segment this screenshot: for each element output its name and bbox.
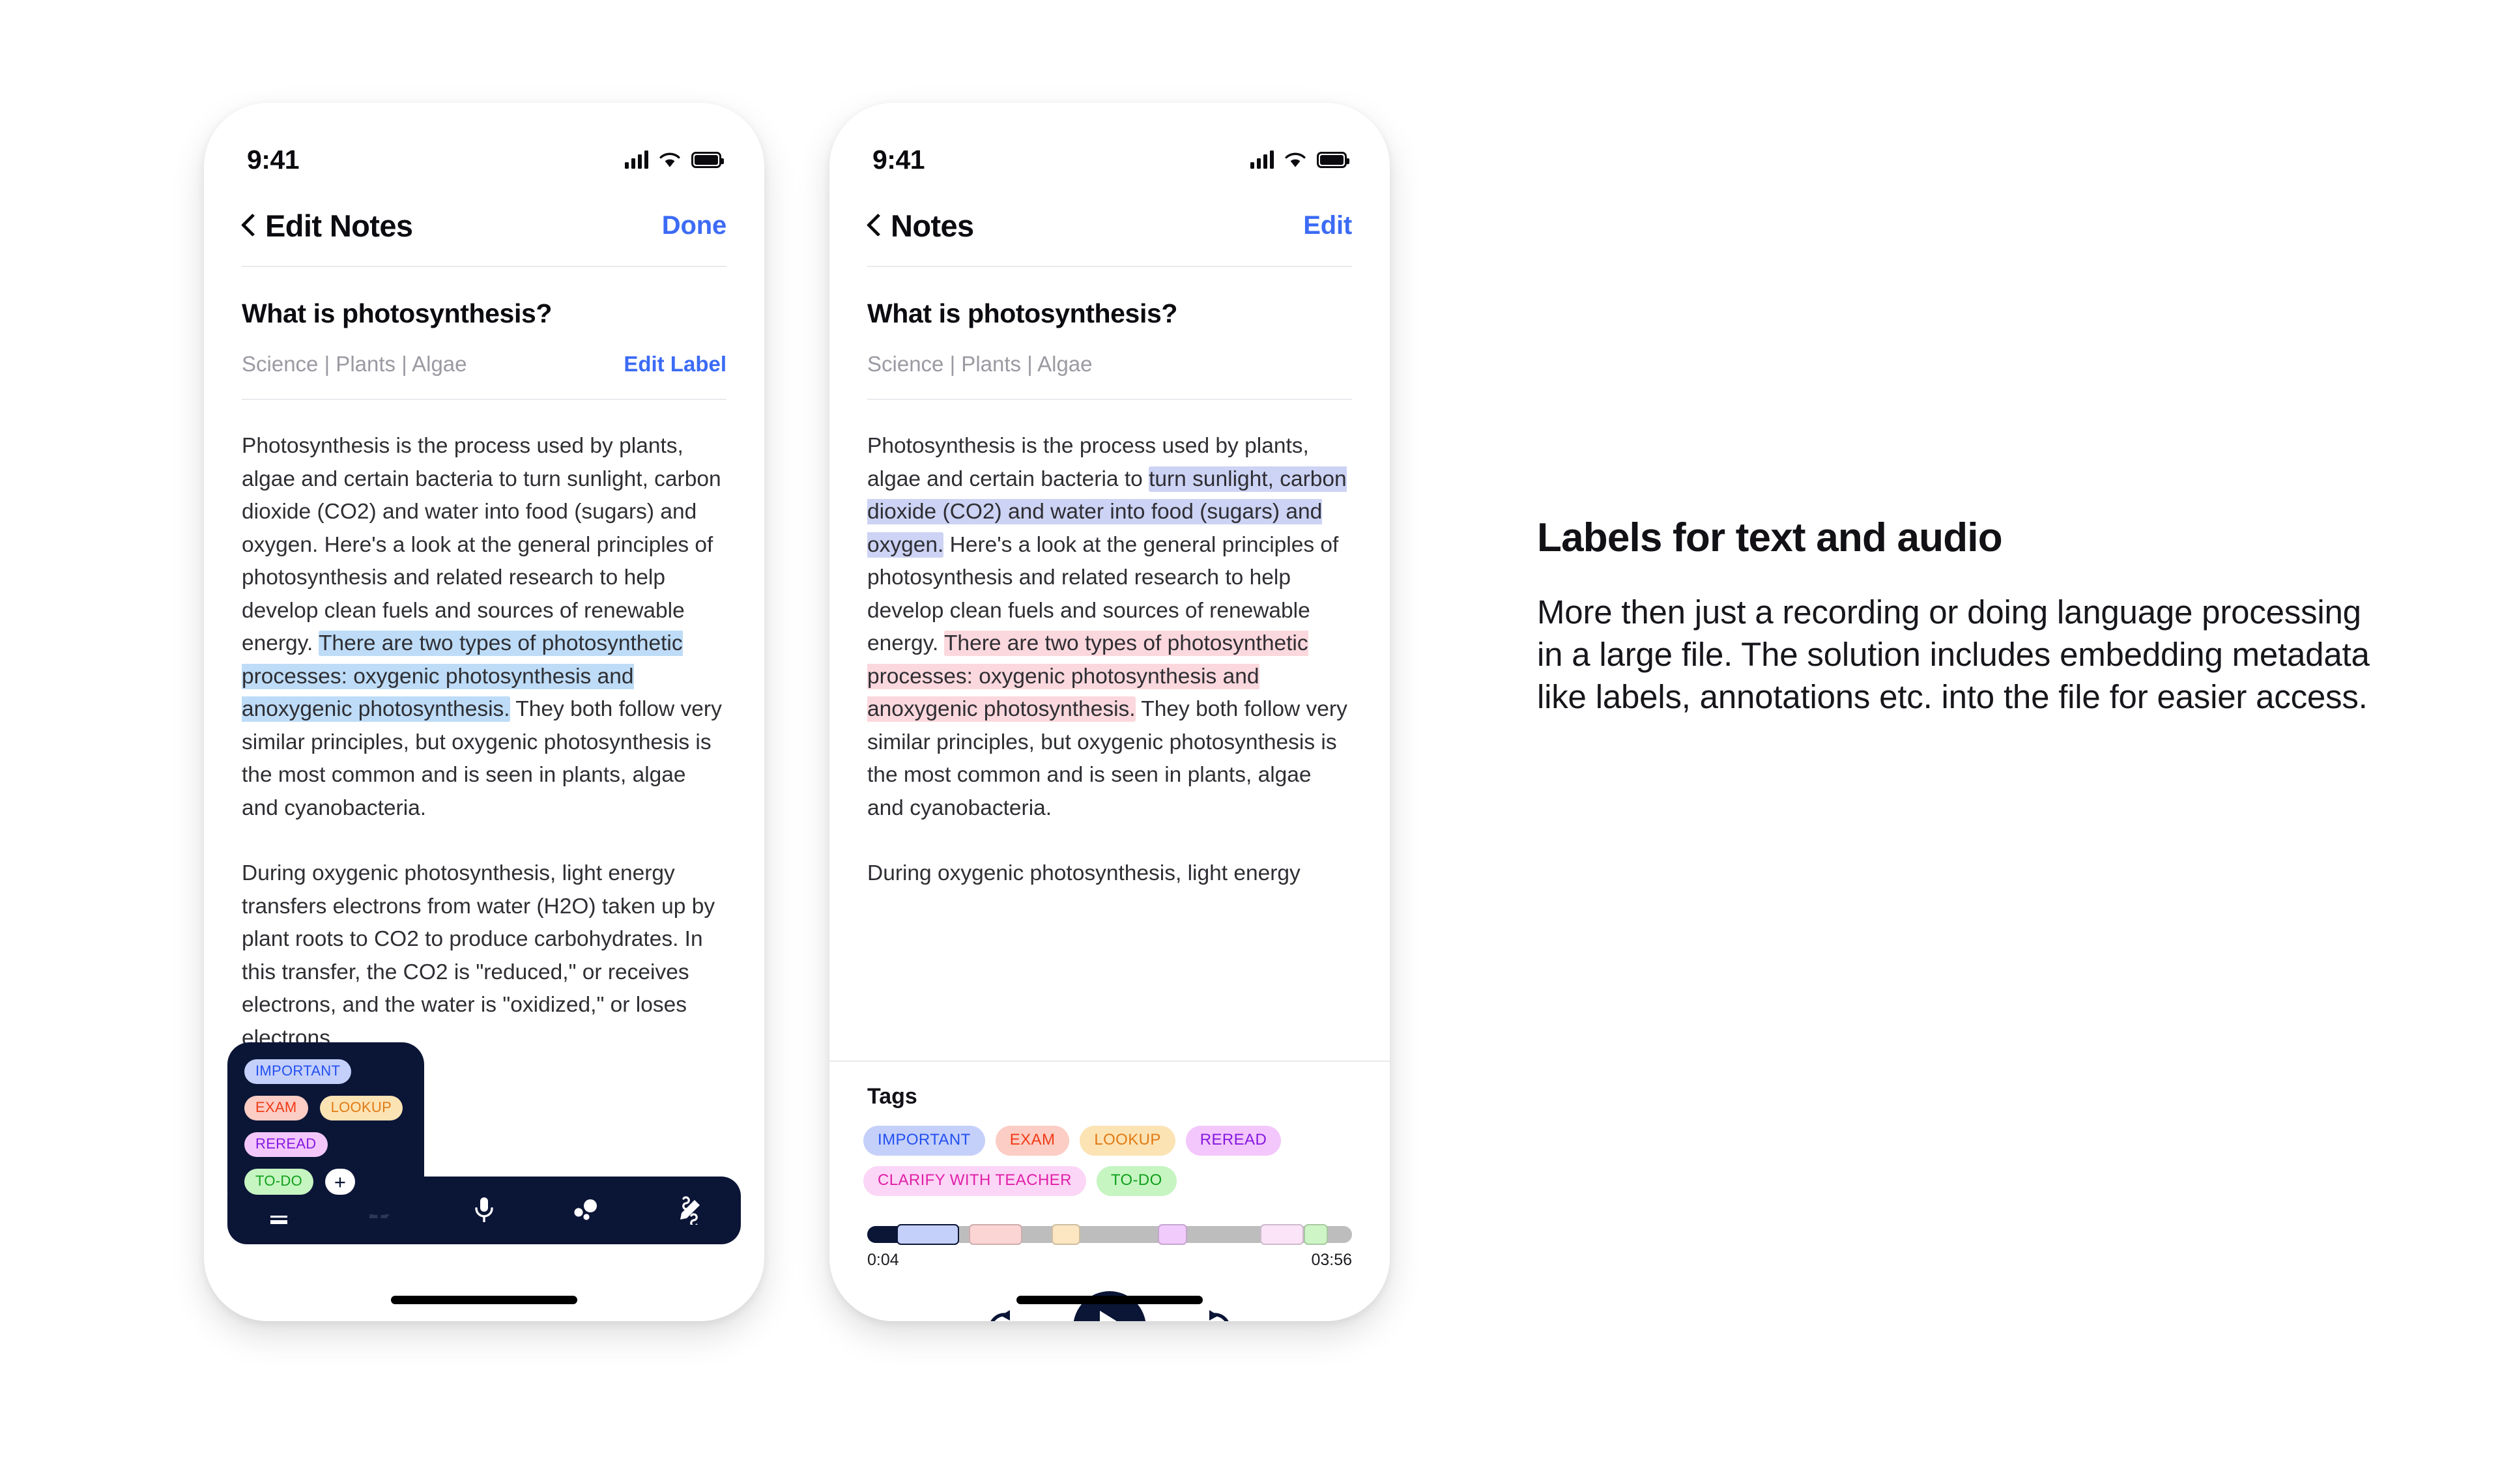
phone-mockup-notes-player: 9:41 Notes Edit What is photosynthesis? … [829,103,1390,1321]
para1-pre: Photosynthesis is the process used by pl… [242,434,721,655]
note-paragraph-1: Photosynthesis is the process used by pl… [867,430,1352,825]
ai-dots-icon[interactable] [559,1182,615,1238]
track-marker-reread[interactable] [1158,1224,1188,1245]
note-paragraph-2-clipped: During oxygenic photosynthesis, light en… [867,861,1301,885]
wifi-icon [1284,151,1306,168]
status-time: 9:41 [872,144,925,175]
magic-edit-pencil-icon[interactable] [661,1182,717,1238]
audio-progress-track[interactable] [867,1224,1352,1245]
tag-chip-clarify-with-teacher[interactable]: CLARIFY WITH TEACHER [863,1166,1086,1196]
nav-back-group[interactable]: Edit Notes [242,208,413,244]
edit-label-button[interactable]: Edit Label [624,352,726,377]
battery-icon [1317,151,1349,168]
tag-chip-lookup[interactable]: LOOKUP [319,1096,403,1120]
status-icons [625,150,724,169]
note-body-left[interactable]: Photosynthesis is the process used by pl… [242,430,726,1055]
nav-bar-left: Edit Notes Done [204,186,764,264]
track-marker-important[interactable] [896,1224,960,1245]
tag-chip-exam[interactable]: EXAM [995,1126,1070,1156]
label-row: Science | Plants | Algae Edit Label [242,352,726,377]
tag-chip-todo[interactable]: TO-DO [1096,1166,1177,1196]
home-indicator [1016,1296,1203,1304]
tags-and-player-sheet: Tags IMPORTANT EXAM LOOKUP REREAD CLARIF… [829,1061,1390,1321]
track-marker-todo[interactable] [1303,1224,1328,1245]
add-tag-button[interactable]: + [324,1169,355,1195]
nav-divider [242,266,726,267]
tag-chip-reread[interactable]: REREAD [244,1132,328,1157]
wifi-icon [659,151,681,168]
note-title: What is photosynthesis? [867,298,1177,328]
status-time: 9:41 [247,144,300,175]
tag-picker-popup[interactable]: IMPORTANT EXAM LOOKUP REREAD TO-DO + [227,1042,424,1229]
page-title: Edit Notes [265,208,413,243]
tag-chip-todo[interactable]: TO-DO [244,1169,313,1195]
copy-body: More then just a recording or doing lang… [1537,593,2370,715]
tag-chip-exam[interactable]: EXAM [244,1096,308,1120]
home-indicator [391,1296,577,1304]
copy-panel: Labels for text and audio More then just… [1537,515,2378,718]
tag-chip-important[interactable]: IMPORTANT [863,1126,985,1156]
cellular-signal-icon [1250,150,1274,169]
note-paragraph-1: Photosynthesis is the process used by pl… [242,430,726,825]
tags-list: IMPORTANT EXAM LOOKUP REREAD CLARIFY WIT… [863,1126,1356,1196]
status-bar-left: 9:41 [204,103,764,186]
current-time: 0:04 [867,1251,899,1269]
tag-chip-reread[interactable]: REREAD [1185,1126,1282,1156]
status-bar-right: 9:41 [829,103,1390,186]
tag-chip-lookup[interactable]: LOOKUP [1080,1126,1175,1156]
chevron-left-icon[interactable] [867,214,880,236]
microphone-icon[interactable] [456,1182,512,1238]
note-labels: Science | Plants | Algae [867,352,1093,376]
note-labels: Science | Plants | Algae [242,352,467,376]
note-body-right[interactable]: Photosynthesis is the process used by pl… [867,430,1352,891]
tag-chip-important[interactable]: IMPORTANT [244,1059,352,1084]
chevron-left-icon[interactable] [242,214,255,236]
time-row: 0:04 03:56 [867,1251,1352,1273]
status-icons [1250,150,1349,169]
label-divider [242,399,726,400]
cellular-signal-icon [625,150,648,169]
play-icon [1100,1311,1127,1321]
label-row: Science | Plants | Algae [867,352,1352,377]
track-marker-lookup[interactable] [1051,1224,1081,1245]
battery-icon [691,151,724,168]
track-marker-exam[interactable] [969,1224,1023,1245]
note-paragraph-2: During oxygenic photosynthesis, light en… [242,861,715,1050]
done-button[interactable]: Done [662,211,726,240]
total-time: 03:56 [1311,1251,1352,1269]
nav-bar-right: Notes Edit [829,186,1390,264]
skip-forward-5-icon[interactable]: 5 [1190,1304,1239,1321]
screenshot-canvas: 9:41 Edit Notes Done What is photosynthe… [0,0,2502,1484]
edit-button[interactable]: Edit [1303,211,1352,240]
skip-back-5-icon[interactable]: 5 [981,1304,1029,1321]
phone-mockup-edit-notes: 9:41 Edit Notes Done What is photosynthe… [204,103,764,1321]
nav-divider [867,266,1352,267]
tags-heading: Tags [867,1084,917,1109]
label-divider [867,399,1352,400]
copy-heading: Labels for text and audio [1537,515,2003,560]
audio-player: 0:04 03:56 [867,1224,1352,1273]
page-title: Notes [891,208,974,243]
note-title: What is photosynthesis? [242,298,552,328]
nav-back-group[interactable]: Notes [867,208,974,244]
track-marker-clarify[interactable] [1259,1224,1304,1245]
